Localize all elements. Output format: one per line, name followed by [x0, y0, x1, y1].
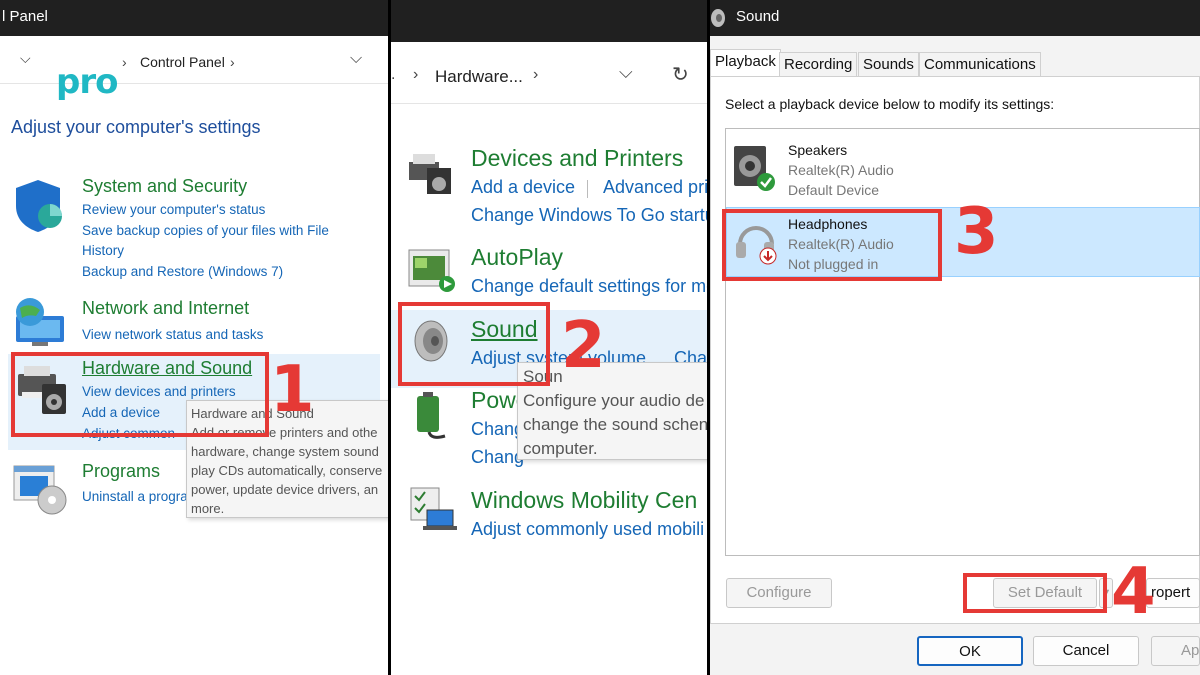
power-battery-icon: [417, 392, 446, 439]
tooltip-line: hardware, change system sound: [191, 444, 379, 459]
link-add-device[interactable]: Add a device: [471, 177, 575, 198]
step-number-1: 1: [270, 353, 315, 427]
chevron-down-icon[interactable]: ⌵: [20, 50, 31, 67]
speaker-icon: [711, 9, 725, 27]
breadcrumb[interactable]: Hardware...: [435, 67, 523, 87]
title-bar: l Panel: [0, 0, 388, 36]
highlight-box-step-1: [11, 352, 269, 437]
apply-button[interactable]: Ap: [1151, 636, 1200, 666]
hardware-sound-window: . › Hardware... › ⌵ ↻ Devices and Printe…: [391, 0, 707, 675]
link-save-backup[interactable]: Save backup copies of your files with Fi…: [82, 223, 329, 238]
link-change-default-settings[interactable]: Change default settings for me: [471, 276, 707, 297]
configure-button[interactable]: Configure: [726, 578, 832, 608]
step-number-4: 4: [1111, 555, 1156, 629]
device-driver: Realtek(R) Audio: [788, 162, 894, 178]
chevron-right-icon: ›: [230, 54, 235, 70]
separator: [587, 180, 588, 198]
link-backup-restore[interactable]: Backup and Restore (Windows 7): [82, 264, 283, 279]
tooltip-line: power, update device drivers, an: [191, 482, 379, 497]
breadcrumb-ellipsis: .: [391, 66, 396, 83]
tab-playback[interactable]: Playback: [710, 49, 781, 77]
tooltip-title: Soun: [523, 367, 563, 386]
shield-icon: [16, 180, 62, 232]
devices-printers-icon: [409, 154, 451, 194]
chevron-right-icon: ›: [413, 66, 419, 83]
breadcrumb[interactable]: Control Panel: [140, 54, 225, 70]
cancel-button[interactable]: Cancel: [1033, 636, 1139, 666]
refresh-icon[interactable]: ↻: [672, 62, 689, 87]
link-mobility-settings[interactable]: Adjust commonly used mobili: [471, 519, 704, 540]
globe-network-icon: [16, 298, 64, 346]
title-bar: [391, 0, 707, 42]
mobility-center-icon: [410, 487, 457, 530]
tab-recording[interactable]: Recording: [779, 52, 858, 76]
tooltip-line: change the sound schen: [523, 415, 707, 434]
tooltip-line: play CDs automatically, conserve: [191, 463, 383, 478]
category-system-security[interactable]: System and Security: [82, 176, 247, 197]
ok-button[interactable]: OK: [917, 636, 1023, 666]
category-mobility-center[interactable]: Windows Mobility Cen: [471, 487, 697, 514]
highlight-box-step-4: [963, 573, 1107, 613]
link-history[interactable]: History: [82, 243, 124, 258]
control-panel-window: l Panel ⌵ › Control Panel › ⌵ pro Adjust…: [0, 0, 388, 675]
category-autoplay[interactable]: AutoPlay: [471, 244, 563, 271]
link-network-status[interactable]: View network status and tasks: [82, 327, 263, 342]
link-windows-to-go[interactable]: Change Windows To Go startu: [471, 205, 707, 226]
chevron-right-icon: ›: [122, 54, 127, 70]
dialog-title: Sound: [736, 8, 780, 25]
tooltip-line: more.: [191, 501, 225, 516]
device-name[interactable]: Speakers: [788, 142, 847, 158]
step-number-3: 3: [954, 195, 999, 269]
chevron-right-icon: ›: [533, 66, 539, 83]
category-devices-printers[interactable]: Devices and Printers: [471, 145, 683, 172]
link-uninstall[interactable]: Uninstall a progra: [82, 489, 188, 504]
window-title: l Panel: [2, 8, 48, 25]
instruction-text: Select a playback device below to modify…: [725, 96, 1055, 112]
pro-logo: pro: [56, 62, 118, 102]
highlight-box-step-2: [398, 302, 550, 386]
tab-sounds[interactable]: Sounds: [858, 52, 919, 76]
sound-dialog: Sound Playback Recording Sounds Communic…: [710, 0, 1200, 675]
tab-communications[interactable]: Communications: [919, 52, 1041, 76]
dropdown-icon[interactable]: ⌵: [350, 50, 362, 68]
link-advanced-printer[interactable]: Advanced pri: [603, 177, 707, 198]
device-status: Default Device: [788, 182, 880, 198]
page-heading: Adjust your computer's settings: [11, 117, 261, 137]
category-network-internet[interactable]: Network and Internet: [82, 298, 249, 319]
programs-icon: [13, 465, 67, 515]
autoplay-icon: [408, 249, 455, 292]
tooltip-line: computer.: [523, 439, 598, 458]
title-bar: Sound: [710, 0, 1200, 36]
address-bar[interactable]: . › Hardware... › ⌵ ↻: [391, 48, 707, 104]
dropdown-icon[interactable]: ⌵: [619, 62, 633, 83]
category-programs[interactable]: Programs: [82, 461, 160, 482]
tooltip-line: Configure your audio de: [523, 391, 705, 410]
speakers-device-icon: [734, 146, 775, 191]
link-review-status[interactable]: Review your computer's status: [82, 202, 265, 217]
step-number-2: 2: [561, 309, 606, 383]
highlight-box-step-3: [722, 209, 942, 281]
